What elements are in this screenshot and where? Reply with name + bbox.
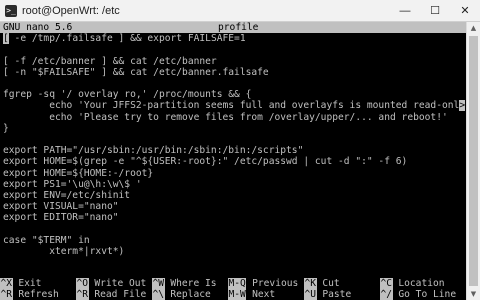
scroll-up-icon[interactable]: ▲ bbox=[467, 22, 480, 34]
scroll-down-icon[interactable]: ▼ bbox=[467, 288, 480, 300]
editor-line: [ -f /etc/banner ] && cat /etc/banner bbox=[3, 55, 217, 67]
shortcut-row-2: ^R Refresh ^R Read File ^\ Replace M-W N… bbox=[0, 289, 466, 300]
scrollbar-thumb[interactable] bbox=[469, 36, 478, 286]
editor-line: export PS1='\u@\h:\w\$ ' bbox=[3, 178, 142, 190]
editor-line: xterm*|rxvt*) bbox=[3, 246, 125, 257]
line-truncation-marker: > bbox=[459, 100, 466, 112]
vertical-scrollbar[interactable]: ▲ ▼ bbox=[466, 22, 480, 300]
maximize-icon: ☐ bbox=[430, 5, 440, 17]
nano-filename: profile bbox=[218, 22, 259, 33]
editor-line: case "$TERM" in bbox=[3, 234, 90, 246]
shortcut-location[interactable]: ^C Location bbox=[380, 278, 445, 289]
window-title: root@OpenWrt: /etc bbox=[22, 4, 120, 17]
editor-line: export VISUAL="nano" bbox=[3, 201, 119, 213]
terminal-area[interactable]: GNU nano 5.6 profile [ -e /tmp/.failsafe… bbox=[0, 22, 466, 300]
editor-line: [ -n "$FAILSAFE" ] && cat /etc/banner.fa… bbox=[3, 66, 269, 78]
editor-line: fgrep -sq '/ overlay ro,' /proc/mounts &… bbox=[3, 89, 252, 101]
nano-header-bar: GNU nano 5.6 profile bbox=[0, 22, 466, 33]
shortcut-cut[interactable]: ^K Cut bbox=[304, 278, 340, 289]
shortcut-write-out[interactable]: ^O Write Out bbox=[76, 278, 146, 289]
shortcut-previous[interactable]: M-Q Previous bbox=[228, 278, 298, 289]
shortcut-exit[interactable]: ^X Exit bbox=[0, 278, 41, 289]
editor-line: } bbox=[3, 122, 9, 134]
shortcut-where-is[interactable]: ^W Where Is bbox=[152, 278, 217, 289]
title-bar[interactable]: >_ root@OpenWrt: /etc — ☐ ✕ bbox=[0, 0, 480, 22]
shortcut-read-file[interactable]: ^R Read File bbox=[76, 289, 146, 300]
shortcut-row-1: ^X Exit ^O Write Out ^W Where Is M-Q Pre… bbox=[0, 278, 466, 289]
editor-line: echo 'Your JFFS2-partition seems full an… bbox=[3, 100, 466, 112]
editor-line: export HOME=$(grep -e "^${USER:-root}:" … bbox=[3, 156, 408, 168]
terminal-window: >_ root@OpenWrt: /etc — ☐ ✕ GNU nano 5.6… bbox=[0, 0, 480, 300]
minimize-icon: — bbox=[399, 4, 411, 17]
editor-line: export ENV=/etc/shinit bbox=[3, 190, 131, 201]
close-icon: ✕ bbox=[460, 5, 470, 17]
editor-line: export PATH="/usr/sbin:/usr/bin:/sbin:/b… bbox=[3, 145, 304, 157]
shortcut-refresh[interactable]: ^R Refresh bbox=[0, 289, 59, 300]
maximize-button[interactable]: ☐ bbox=[420, 0, 450, 22]
nano-version: GNU nano 5.6 bbox=[3, 22, 73, 33]
minimize-button[interactable]: — bbox=[390, 0, 420, 22]
shortcut-next[interactable]: M-W Next bbox=[228, 289, 275, 300]
editor-line: export HOME=${HOME:-/root} bbox=[3, 167, 154, 179]
editor-line: [ -e /tmp/.failsafe ] && export FAILSAFE… bbox=[3, 33, 246, 45]
close-button[interactable]: ✕ bbox=[450, 0, 480, 22]
shortcut-paste[interactable]: ^U Paste bbox=[304, 289, 351, 300]
terminal-app-icon: >_ bbox=[5, 4, 17, 17]
editor-line: export EDITOR="nano" bbox=[3, 212, 119, 224]
shortcut-replace[interactable]: ^\ Replace bbox=[152, 289, 211, 300]
shortcut-go-to-line[interactable]: ^/ Go To Line bbox=[380, 289, 456, 300]
editor-line: echo 'Please try to remove files from /o… bbox=[3, 111, 448, 123]
